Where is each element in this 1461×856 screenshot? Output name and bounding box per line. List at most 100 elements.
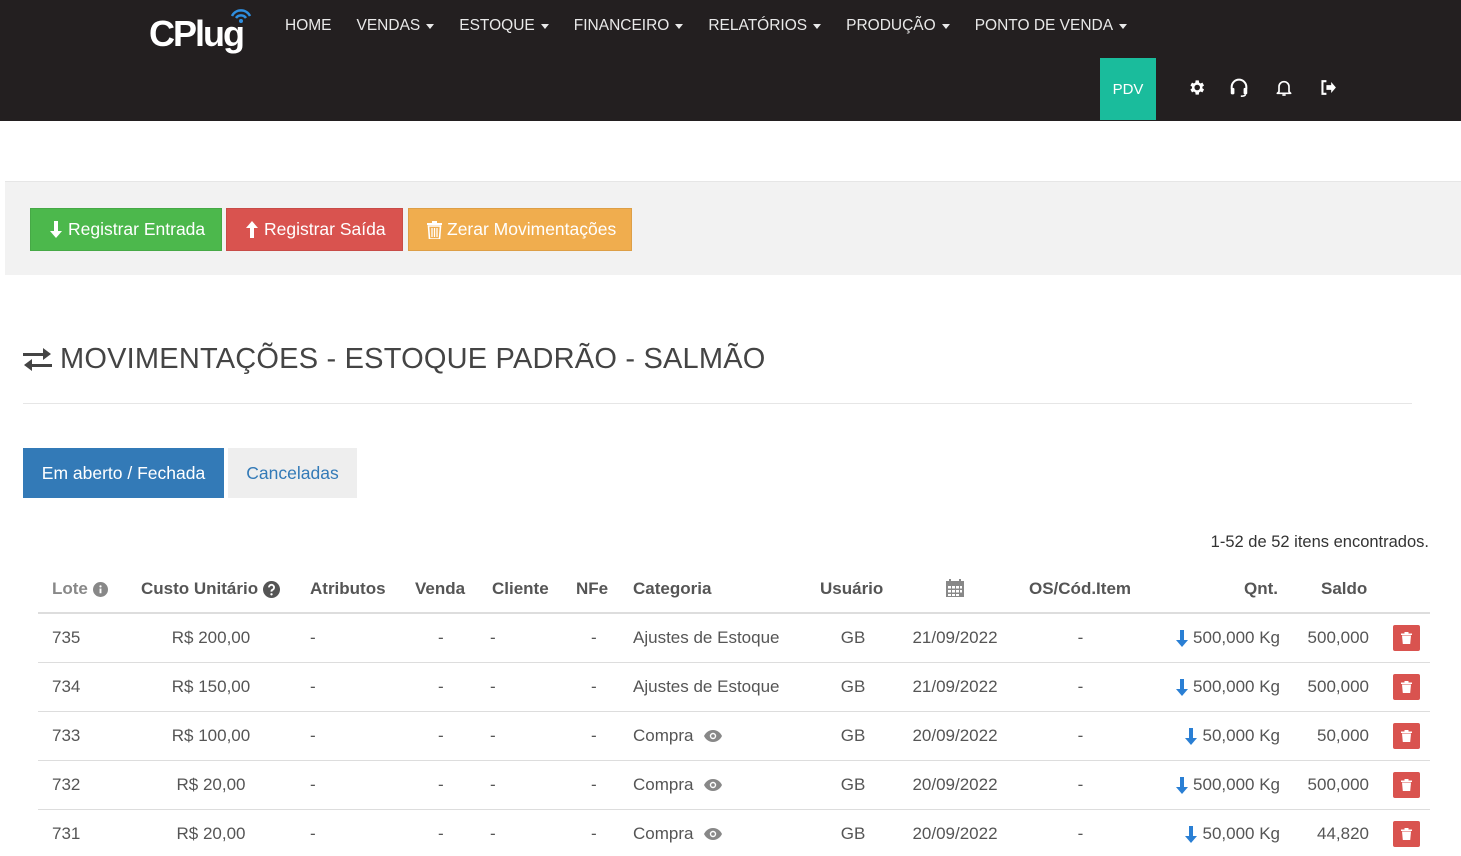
eye-icon[interactable] [704, 828, 723, 840]
table-row: 732 R$ 20,00 - - - - Compra GB 20/09/2022 - 500,00… [38, 761, 1430, 810]
cell-custo: R$ 20,00 [176, 775, 246, 794]
caret-down-icon [813, 23, 822, 29]
cell-lote: 733 [52, 726, 81, 745]
tab-open-closed[interactable]: Em aberto / Fechada [23, 448, 224, 498]
nav-item-label: PONTO DE VENDA [974, 17, 1114, 34]
cell-data: 20/09/2022 [912, 726, 998, 745]
table-row: 731 R$ 20,00 - - - - Compra GB 20/09/2022 - 50,000… [38, 810, 1430, 856]
cell-venda: - [438, 775, 444, 794]
gear-icon[interactable] [1185, 76, 1207, 98]
register-entry-button[interactable]: Registrar Entrada [30, 208, 222, 251]
cell-atributos: - [310, 775, 316, 794]
delete-button[interactable] [1393, 723, 1420, 749]
qnt-value: 500,000 Kg [1193, 677, 1280, 696]
delete-button[interactable] [1393, 625, 1420, 651]
arrow-down-icon [1176, 629, 1189, 647]
nav-item-vendas[interactable]: VENDAS [357, 17, 435, 35]
info-icon[interactable] [92, 581, 108, 597]
header-venda[interactable]: Venda [415, 579, 465, 599]
nav-item-home[interactable]: HOME [285, 17, 332, 35]
header-usuario[interactable]: Usuário [820, 579, 883, 599]
cell-lote: 735 [52, 628, 81, 647]
cell-os: - [1077, 726, 1084, 745]
trash-icon [1401, 632, 1412, 644]
cell-nfe: - [591, 677, 597, 696]
delete-button[interactable] [1393, 674, 1420, 700]
header-custo-unitario[interactable]: Custo Unitário [141, 579, 281, 599]
header-qnt[interactable]: Qnt. [1244, 579, 1278, 599]
qnt-value: 500,000 Kg [1193, 628, 1280, 647]
categoria-label: Ajustes de Estoque [633, 628, 780, 647]
nav-item-ponto-de-venda[interactable]: PONTO DE VENDA [974, 17, 1128, 35]
logout-icon[interactable] [1317, 76, 1339, 98]
cell-saldo: 500,000 [1307, 628, 1369, 647]
cell-custo: R$ 150,00 [171, 677, 251, 696]
page-title-text: MOVIMENTAÇÕES - ESTOQUE PADRÃO - SALMÃO [60, 343, 766, 375]
cell-atributos: - [310, 726, 316, 745]
headset-icon[interactable] [1228, 76, 1250, 98]
cell-lote: 734 [52, 677, 81, 696]
delete-button[interactable] [1393, 772, 1420, 798]
exchange-icon [23, 347, 52, 371]
cell-usuario: GB [840, 677, 866, 696]
eye-icon[interactable] [704, 730, 723, 742]
trash-icon [1401, 730, 1412, 742]
nav-item-financeiro[interactable]: FINANCEIRO [574, 17, 684, 35]
nav-item-estoque[interactable]: ESTOQUE [459, 17, 549, 35]
cell-saldo: 500,000 [1307, 775, 1369, 794]
cell-venda: - [438, 628, 444, 647]
cell-data: 20/09/2022 [912, 824, 998, 843]
cell-categoria: Ajustes de Estoque [633, 663, 779, 711]
eye-icon[interactable] [704, 779, 723, 791]
page-title: MOVIMENTAÇÕES - ESTOQUE PADRÃO - SALMÃO [23, 343, 766, 376]
nav-item-produção[interactable]: PRODUÇÃO [846, 17, 950, 35]
main-menu: HOME VENDAS ESTOQUE FINANCEIRO RELATÓRIOS PRO… [285, 17, 1152, 35]
header-lote[interactable]: Lote [52, 579, 108, 599]
cell-qnt: 500,000 Kg [1175, 761, 1280, 809]
cell-cliente: - [490, 775, 496, 794]
top-navbar: CPlug HOME VENDAS ESTOQUE FINANCEIRO RELATÓR… [0, 0, 1461, 121]
header-cliente[interactable]: Cliente [492, 579, 549, 599]
header-lote-label: Lote [52, 579, 88, 598]
reset-movements-button[interactable]: Zerar Movimentações [408, 208, 632, 251]
header-categoria[interactable]: Categoria [633, 579, 711, 599]
caret-down-icon [941, 23, 950, 29]
categoria-label: Compra [633, 726, 694, 745]
action-bar: Registrar Entrada Registrar Saída Zerar … [5, 181, 1461, 275]
reset-movements-label: Zerar Movimentações [447, 219, 617, 239]
bell-icon[interactable] [1273, 76, 1295, 98]
cell-cliente: - [490, 677, 496, 696]
arrow-up-icon [246, 221, 258, 238]
cell-qnt: 500,000 Kg [1175, 614, 1280, 662]
cell-usuario: GB [840, 726, 866, 745]
trash-icon [427, 220, 442, 239]
header-atributos[interactable]: Atributos [310, 579, 386, 599]
header-data[interactable] [946, 579, 964, 597]
header-saldo[interactable]: Saldo [1321, 579, 1367, 599]
help-icon[interactable] [263, 580, 281, 598]
delete-button[interactable] [1393, 821, 1420, 847]
arrow-down-icon [1185, 727, 1198, 745]
nav-item-label: HOME [285, 17, 332, 34]
cell-os: - [1077, 628, 1084, 647]
header-nfe[interactable]: NFe [576, 579, 608, 599]
nav-item-relatórios[interactable]: RELATÓRIOS [708, 17, 822, 35]
cell-lote: 732 [52, 775, 81, 794]
header-custo-label: Custo Unitário [141, 579, 259, 598]
cplug-logo[interactable]: CPlug [148, 2, 264, 54]
cell-custo: R$ 100,00 [171, 726, 251, 745]
cell-qnt: 50,000 Kg [1184, 712, 1280, 760]
cell-venda: - [438, 726, 444, 745]
cell-nfe: - [591, 726, 597, 745]
arrow-down-icon [50, 221, 62, 238]
pdv-button[interactable]: PDV [1100, 58, 1156, 120]
cell-usuario: GB [840, 824, 866, 843]
header-os-cod-item[interactable]: OS/Cód.Item [1029, 579, 1131, 599]
register-exit-button[interactable]: Registrar Saída [226, 208, 403, 251]
arrow-down-icon [1176, 678, 1189, 696]
cell-nfe: - [591, 824, 597, 843]
cell-usuario: GB [840, 628, 866, 647]
nav-item-label: VENDAS [356, 17, 421, 34]
cell-saldo: 50,000 [1317, 726, 1369, 745]
tab-cancelled[interactable]: Canceladas [228, 448, 357, 498]
